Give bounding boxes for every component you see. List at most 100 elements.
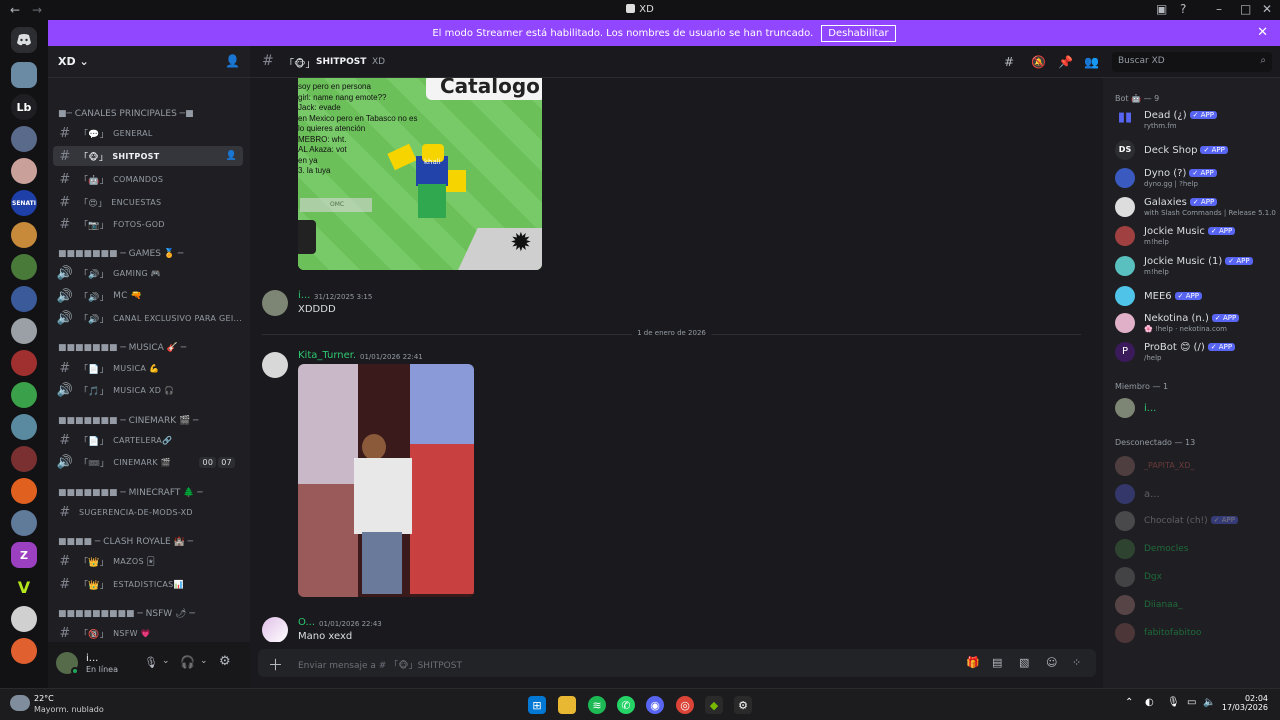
server-icon[interactable] — [11, 446, 37, 472]
gift-icon[interactable]: 🎁 — [966, 656, 980, 669]
file-explorer-icon[interactable] — [558, 696, 576, 714]
server-v[interactable]: V — [11, 574, 37, 600]
category-minecraft[interactable]: ■■■■■■■ ─ MINECRAFT 🌲 ─ — [58, 488, 203, 498]
add-attachment-icon[interactable]: ＋ — [268, 654, 283, 675]
chevron-down-icon[interactable]: ⌄ — [200, 656, 208, 666]
volume-icon[interactable]: 🔈 — [1203, 697, 1215, 708]
server-header[interactable]: XD ⌄ 👤 — [48, 46, 250, 78]
meme-image[interactable]: Catalogo soy pero en persona girl: name n… — [298, 78, 542, 270]
disable-streamer-button[interactable]: Deshabilitar — [821, 24, 896, 42]
threads-icon[interactable]: # — [1004, 55, 1014, 69]
message-author[interactable]: i... — [298, 290, 310, 301]
tray-app-icon[interactable]: ◐ — [1145, 697, 1154, 708]
weather-cloud-icon[interactable] — [10, 695, 30, 711]
taskbar-clock[interactable]: 02:04 17/03/2026 — [1222, 694, 1268, 712]
channel-mc[interactable]: 🔊 「🔊」 MC 🔫 — [53, 286, 243, 306]
server-icon[interactable] — [11, 126, 37, 152]
help-icon[interactable]: ? — [1180, 2, 1186, 16]
members-list-icon[interactable]: 👥 — [1084, 55, 1099, 69]
member-row[interactable]: Jockie Music (1) ✓ APP m!help — [1115, 254, 1275, 280]
headphones-icon[interactable]: 🎧 — [180, 655, 195, 669]
discord-icon[interactable]: ◉ — [646, 696, 664, 714]
member-row[interactable]: DS Deck Shop ✓ APP — [1115, 138, 1275, 164]
category-games[interactable]: ■■■■■■■ ─ GAMES 🏅 ─ — [58, 249, 183, 259]
member-row[interactable]: a... — [1115, 482, 1275, 508]
server-icon[interactable] — [11, 350, 37, 376]
channel-gaming[interactable]: 🔊 「🔊」 GAMING 🎮 — [53, 263, 243, 283]
weather-description[interactable]: Mayorm. nublado — [34, 705, 104, 714]
category-musica[interactable]: ■■■■■■■ ─ MUSICA 🎸 ─ — [58, 343, 186, 353]
channel-comandos[interactable]: # 「🤖」 COMANDOS — [53, 169, 243, 189]
server-icon[interactable] — [11, 382, 37, 408]
member-row[interactable]: Dgx — [1115, 565, 1275, 591]
category-nsfw[interactable]: ■■■■■■■■■ ─ NSFW 🌶 ─ — [58, 609, 195, 619]
sticker-icon[interactable]: ▧ — [1019, 656, 1029, 669]
start-menu-icon[interactable]: ⊞ — [528, 696, 546, 714]
chrome-icon[interactable]: ◎ — [676, 696, 694, 714]
member-row[interactable]: Nekotina (n.) ✓ APP 🌸 !help · nekotina.com — [1115, 311, 1275, 337]
server-icon[interactable] — [11, 638, 37, 664]
channel-general[interactable]: # 「💬」 GENERAL — [53, 123, 243, 143]
member-row[interactable]: Diianaa_ — [1115, 593, 1275, 619]
channel-sugerencia[interactable]: # SUGERENCIA-DE-MODS-XD — [53, 502, 243, 522]
add-member-icon[interactable]: 👤 — [225, 54, 240, 68]
channel-estadisticas[interactable]: # 「👑」 ESTADISTICAS📊 — [53, 574, 243, 594]
inbox-icon[interactable]: ▣ — [1156, 2, 1167, 16]
apps-icon[interactable]: ⁘ — [1072, 656, 1081, 669]
search-input[interactable]: Buscar XD ⌕ — [1112, 52, 1272, 72]
category-principales[interactable]: ■─ CANALES PRINCIPALES ─■ — [58, 109, 194, 119]
avatar[interactable] — [262, 617, 288, 642]
weather-temperature[interactable]: 22°C — [34, 694, 54, 703]
server-icon[interactable] — [11, 318, 37, 344]
server-icon[interactable] — [11, 254, 37, 280]
channel-musica[interactable]: # 「📄」 MUSICA 💪 — [53, 358, 243, 378]
channel-nsfw[interactable]: # 「🔞」 NSFW 💗 — [53, 623, 243, 643]
member-row[interactable]: Dyno (?) ✓ APP dyno.gg | ?help — [1115, 166, 1275, 192]
avatar[interactable] — [262, 290, 288, 316]
channel-mazos[interactable]: # 「👑」 MAZOS 🃏 — [53, 551, 243, 571]
channel-canal-exclusivo[interactable]: 🔊 「🔊」 CANAL EXCLUSIVO PARA GEI... — [53, 308, 243, 328]
maximize-icon[interactable]: □ — [1240, 2, 1251, 16]
discord-home-icon[interactable] — [11, 27, 37, 53]
minimize-icon[interactable]: – — [1216, 2, 1222, 16]
member-row[interactable]: i... — [1115, 396, 1275, 422]
microphone-icon[interactable]: 🎙 — [144, 656, 158, 669]
tray-mic-icon[interactable]: 🎙 — [1167, 697, 1180, 708]
category-cinemark[interactable]: ■■■■■■■ ─ CINEMARK 🎬 ─ — [58, 416, 198, 426]
member-row[interactable]: ▮▮ Dead (¿) ✓ APP rythm.fm — [1115, 108, 1275, 134]
member-row[interactable]: P ProBot 😊 (/) ✓ APP/help — [1115, 340, 1275, 366]
server-icon[interactable] — [11, 478, 37, 504]
channel-cartelera[interactable]: # 「📄」 CARTELERA🔗 — [53, 430, 243, 450]
member-row[interactable]: Galaxies ✓ APP with Slash Commands | Relea… — [1115, 195, 1276, 221]
server-avatar-xd[interactable] — [11, 62, 37, 88]
channel-shitpost[interactable]: # 「🐵」 SHITPOST 👤 — [53, 146, 243, 166]
whatsapp-icon[interactable]: ✆ — [617, 696, 635, 714]
member-row[interactable]: _PAPITA_XD_ — [1115, 454, 1275, 480]
app-icon[interactable]: ⚙ — [734, 696, 752, 714]
gif-icon[interactable]: ▤ — [992, 656, 1002, 669]
settings-gear-icon[interactable]: ⚙ — [219, 654, 231, 669]
member-row[interactable]: fabitofabitoo — [1115, 621, 1275, 647]
server-icon[interactable] — [11, 510, 37, 536]
message-author[interactable]: O... — [298, 617, 315, 628]
tray-chevron-icon[interactable]: ⌃ — [1125, 697, 1133, 708]
nvidia-icon[interactable]: ◆ — [705, 696, 723, 714]
member-row[interactable]: Chocolat (ch!) ✓ APP — [1115, 509, 1275, 535]
chevron-down-icon[interactable]: ⌄ — [162, 656, 170, 666]
member-row[interactable]: MEE6 ✓ APP — [1115, 284, 1275, 310]
server-icon[interactable] — [11, 286, 37, 312]
network-icon[interactable]: ▭ — [1187, 697, 1196, 708]
server-z[interactable]: Z — [11, 542, 37, 568]
channel-musica-xd[interactable]: 🔊 「🎵」 MUSICA XD 🎧 — [53, 380, 243, 400]
member-row[interactable]: Jockie Music ✓ APP m!help — [1115, 224, 1275, 250]
message-author[interactable]: Kita_Turner. — [298, 350, 356, 361]
message-composer[interactable]: ＋ Enviar mensaje a # 「🐵」SHITPOST 🎁 ▤ ▧ ☺… — [258, 649, 1096, 677]
close-banner-icon[interactable]: ✕ — [1257, 25, 1268, 40]
close-window-icon[interactable]: ✕ — [1262, 2, 1272, 16]
pin-icon[interactable]: 📌 — [1058, 55, 1073, 69]
member-row[interactable]: Democles — [1115, 537, 1275, 563]
channel-encuestas[interactable]: # 「😍」 ENCUESTAS — [53, 192, 243, 212]
server-senati[interactable]: SENATI — [11, 190, 37, 216]
server-cookie[interactable] — [11, 222, 37, 248]
server-icon[interactable] — [11, 606, 37, 632]
